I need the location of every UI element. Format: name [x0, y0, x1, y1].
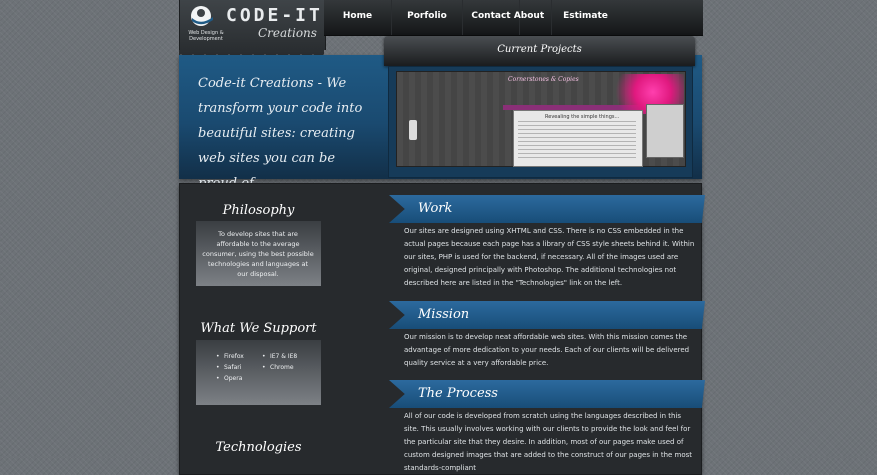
- nav-item-home[interactable]: Home: [324, 0, 392, 35]
- brand-subtitle: Creations: [258, 26, 317, 40]
- nav-item-portfolio[interactable]: Porfolio: [392, 0, 463, 35]
- project-screenshot-sidebar: [646, 104, 684, 158]
- hero-tagline: Code-it Creations - We transform your co…: [198, 76, 363, 191]
- project-screenshot-lamp: [409, 120, 417, 140]
- support-item-ie: IE7 & IE8: [262, 351, 297, 362]
- current-projects-title: Current Projects: [497, 44, 582, 55]
- support-item-firefox: Firefox: [216, 351, 244, 362]
- main-nav: Home Porfolio Contact About Estimate: [324, 0, 703, 36]
- mission-text: Our mission is to develop neat affordabl…: [404, 333, 690, 367]
- technologies-title[interactable]: Technologies: [196, 440, 321, 455]
- project-screenshot-title: Cornerstones & Copies: [508, 76, 579, 83]
- support-item-chrome: Chrome: [262, 362, 297, 373]
- support-box: [196, 340, 321, 405]
- nav-item-about[interactable]: About: [507, 0, 552, 35]
- support-item-safari: Safari: [216, 362, 244, 373]
- brand-name[interactable]: CODE-IT: [226, 5, 323, 26]
- philosophy-title: Philosophy: [222, 203, 295, 218]
- support-title: What We Support: [200, 321, 317, 336]
- work-text: Our sites are designed using XHTML and C…: [404, 227, 695, 287]
- philosophy-text: To develop sites that are affordable to …: [202, 230, 314, 278]
- process-title: The Process: [418, 386, 498, 401]
- support-list-col2: IE7 & IE8 Chrome: [262, 351, 297, 373]
- support-list-col1: Firefox Safari Opera: [216, 351, 244, 384]
- logo-icon[interactable]: [189, 5, 217, 27]
- work-title: Work: [418, 201, 453, 216]
- project-screenshot-text-lines: [518, 121, 636, 161]
- project-screenshot-heading: Revealing the simple things...: [545, 114, 620, 120]
- brand-tagline: Web Design & Development: [188, 30, 224, 42]
- support-item-opera: Opera: [216, 373, 244, 384]
- nav-item-estimate[interactable]: Estimate: [552, 0, 619, 35]
- process-text: All of our code is developed from scratc…: [404, 412, 693, 472]
- mission-title: Mission: [418, 307, 470, 322]
